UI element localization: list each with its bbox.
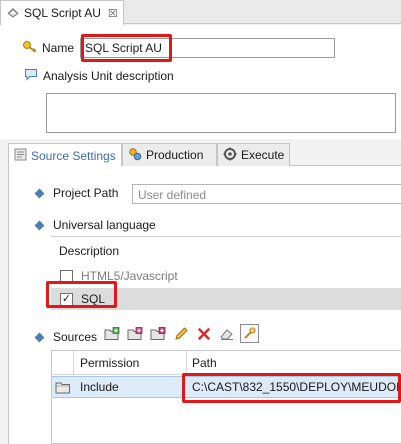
name-label: Name <box>42 41 75 55</box>
path-column-header[interactable]: Path <box>187 351 401 374</box>
language-row[interactable]: ✓ SQL <box>51 288 401 310</box>
project-path-label: Project Path <box>53 186 119 200</box>
permission-cell: Include <box>80 380 119 394</box>
bullet-diamond-icon <box>34 332 45 342</box>
sources-table-header: Permission Path <box>52 351 401 375</box>
project-path-input[interactable]: User defined <box>132 184 401 204</box>
tab-source-settings[interactable]: Source Settings <box>8 143 122 167</box>
sql-script-icon <box>6 5 20 22</box>
settings-tab-bar: Source Settings Production Execute <box>8 142 401 167</box>
tab-source-settings-label: Source Settings <box>31 148 116 163</box>
language-table-header: Description <box>59 244 120 258</box>
sql-checkbox[interactable]: ✓ <box>60 292 73 306</box>
production-icon <box>128 147 142 164</box>
description-input[interactable] <box>46 93 396 133</box>
tab-execute-label: Execute <box>241 148 285 162</box>
analysis-unit-form: Name SQL Script AU Analysis Unit descrip… <box>0 25 401 139</box>
add-file-icon[interactable] <box>125 324 144 343</box>
language-table: Description HTML5/Javascript ✓ SQL <box>51 236 401 336</box>
tab-production-label: Production <box>146 148 204 162</box>
key-icon <box>22 40 38 57</box>
path-cell: C:\CAST\832_1550\DEPLOY\MEUDON <box>192 380 401 394</box>
sources-icon-column-header <box>52 351 74 374</box>
language-label: HTML5/Javascript <box>81 269 178 283</box>
editor-tab[interactable]: SQL Script AU ☒ <box>0 0 124 25</box>
bullet-diamond-icon <box>34 188 45 198</box>
table-row[interactable]: Include C:\CAST\832_1550\DEPLOY\MEUDON <box>52 376 401 398</box>
edit-icon[interactable] <box>171 324 190 343</box>
sources-table: Permission Path Include C:\CAST\832_1550… <box>51 350 401 444</box>
close-icon[interactable]: ☒ <box>108 7 118 20</box>
comment-icon <box>24 68 38 84</box>
tab-production[interactable]: Production <box>122 143 217 166</box>
description-label: Analysis Unit description <box>43 69 174 83</box>
clear-icon[interactable] <box>217 324 236 343</box>
description-row: Analysis Unit description <box>24 68 174 84</box>
tab-execute[interactable]: Execute <box>217 143 290 166</box>
source-settings-icon <box>14 148 27 164</box>
delete-icon[interactable] <box>194 324 213 343</box>
html5-checkbox[interactable] <box>60 269 73 283</box>
name-input[interactable]: SQL Script AU <box>80 38 336 58</box>
language-row[interactable]: HTML5/Javascript <box>51 265 401 287</box>
editor-tab-bar: SQL Script AU ☒ <box>0 0 401 25</box>
source-settings-panel: Project Path User defined Universal lang… <box>8 166 401 444</box>
sources-toolbar <box>102 324 263 343</box>
project-path-row: Project Path <box>34 186 119 200</box>
add-folder-icon[interactable] <box>102 324 121 343</box>
universal-language-label: Universal language <box>53 218 156 232</box>
universal-language-row: Universal language <box>34 218 156 232</box>
permission-column-header[interactable]: Permission <box>74 351 187 374</box>
add-multiple-icon[interactable] <box>148 324 167 343</box>
bullet-diamond-icon <box>34 220 45 230</box>
filter-icon[interactable] <box>240 324 259 343</box>
folder-icon <box>52 381 74 394</box>
execute-icon <box>223 147 237 164</box>
editor-tab-label: SQL Script AU <box>24 6 101 20</box>
language-label: SQL <box>81 292 106 306</box>
sources-label: Sources <box>53 330 98 344</box>
name-row: Name SQL Script AU <box>22 38 336 58</box>
sources-row: Sources <box>34 330 98 344</box>
